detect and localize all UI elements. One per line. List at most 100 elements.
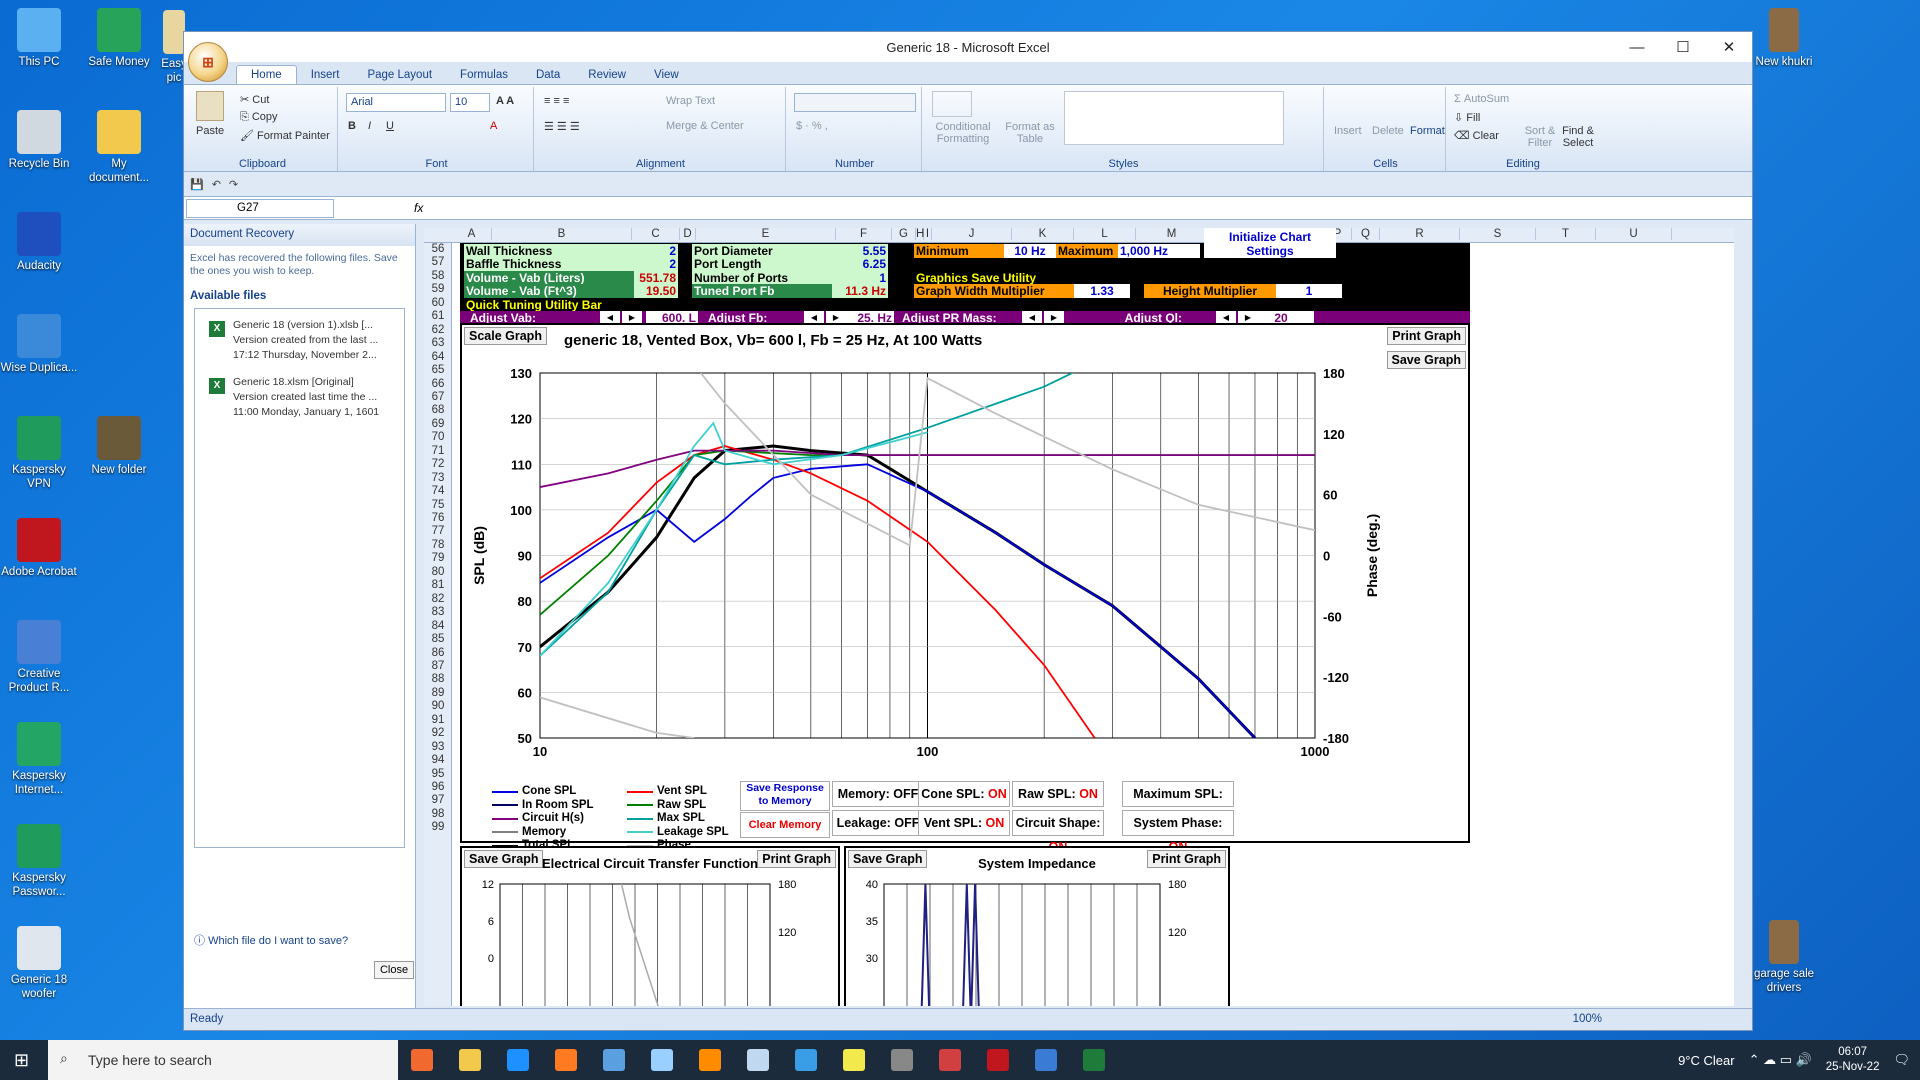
merge-center-button[interactable]: Merge & Center [666, 120, 744, 132]
tab-data[interactable]: Data [522, 66, 574, 84]
taskbar-app-12[interactable] [974, 1040, 1022, 1080]
paste-icon[interactable] [196, 91, 224, 121]
taskbar-app-2[interactable] [494, 1040, 542, 1080]
currency-icon[interactable]: $ · % , [796, 120, 828, 132]
wall-thickness-value[interactable]: 2 [634, 244, 678, 258]
desktop-icon[interactable]: Kaspersky Passwor... [0, 824, 78, 899]
sort-filter-button[interactable]: Sort & Filter [1522, 125, 1558, 149]
office-button[interactable]: ⊞ [188, 42, 228, 82]
find-select-button[interactable]: Find & Select [1560, 125, 1596, 149]
help-link[interactable]: ⓘ Which file do I want to save? [194, 932, 348, 948]
redo-icon[interactable]: ↷ [229, 178, 238, 191]
graph-width-value[interactable]: 1.33 [1074, 284, 1130, 299]
maximum-label[interactable]: Maximum [1056, 244, 1118, 258]
toggle-circuit[interactable]: Circuit Shape: ON [1012, 810, 1104, 854]
autosum-button[interactable]: Σ AutoSum [1454, 93, 1509, 105]
tab-insert[interactable]: Insert [297, 66, 354, 84]
taskbar-app-13[interactable] [1022, 1040, 1070, 1080]
taskbar-app-8[interactable] [782, 1040, 830, 1080]
search-box[interactable]: ⌕ Type here to search [48, 1040, 398, 1080]
maximum-value[interactable]: 1,000 Hz [1118, 244, 1200, 258]
format-painter-button[interactable]: 🖌 Format Painter [240, 129, 330, 142]
taskbar-app-0[interactable] [398, 1040, 446, 1080]
baffle-thickness-label[interactable]: Baffle Thickness [464, 257, 634, 272]
num-ports-label[interactable]: Number of Ports [692, 270, 832, 285]
print-graph-button[interactable]: Print Graph [1387, 327, 1466, 345]
graph-width-label[interactable]: Graph Width Multiplier [914, 284, 1074, 299]
height-mult-value[interactable]: 1 [1276, 284, 1342, 299]
minimum-value[interactable]: 10 Hz [1004, 244, 1056, 258]
toggle-leakage[interactable]: Leakage: OFF [832, 810, 924, 836]
toggle-memory[interactable]: Memory: OFF [832, 781, 924, 807]
desktop-icon[interactable]: Adobe Acrobat [0, 518, 78, 579]
cell-styles-gallery[interactable] [1064, 91, 1284, 145]
weather-widget[interactable]: 9°C Clear [1678, 1053, 1735, 1068]
taskbar-app-14[interactable] [1070, 1040, 1118, 1080]
windows-start-icon[interactable]: ⊞ [14, 1050, 29, 1071]
fx-icon[interactable]: fx [414, 201, 423, 215]
baffle-thickness-value[interactable]: 2 [634, 257, 678, 272]
vab-liters-value[interactable]: 551.78 [634, 270, 678, 285]
wrap-text-button[interactable]: Wrap Text [666, 95, 715, 107]
toggle-maxspl[interactable]: Maximum SPL: ON [1122, 781, 1234, 825]
toggle-vent[interactable]: Vent SPL: ON [918, 810, 1010, 836]
desktop-icon[interactable]: Creative Product R... [0, 620, 78, 695]
graphics-save-label[interactable]: Graphics Save Utility [914, 270, 1194, 285]
conditional-formatting-button[interactable]: Conditional Formatting [928, 121, 998, 145]
tray-icons[interactable]: ⌃ ☁ ▭ 🔊 [1749, 1052, 1812, 1068]
minimum-label[interactable]: Minimum [914, 244, 1004, 258]
tab-review[interactable]: Review [574, 66, 640, 84]
desktop-icon[interactable]: garage sale drivers [1745, 920, 1823, 995]
port-length-value[interactable]: 6.25 [832, 257, 888, 272]
desktop-icon[interactable]: Generic 18 woofer [0, 926, 78, 1001]
wall-thickness-label[interactable]: Wall Thickness [464, 244, 634, 258]
bold-icon[interactable]: B [348, 120, 356, 132]
align-left-icon[interactable]: ☰ ☰ ☰ [544, 120, 580, 133]
taskbar-app-3[interactable] [542, 1040, 590, 1080]
tab-page-layout[interactable]: Page Layout [353, 66, 446, 84]
initialize-chart-button[interactable]: Initialize Chart Settings [1204, 228, 1336, 258]
number-format-select[interactable] [794, 93, 916, 112]
desktop-icon[interactable]: Wise Duplica... [0, 314, 78, 375]
align-top-icon[interactable]: ≡ ≡ ≡ [544, 95, 569, 107]
toggle-raw[interactable]: Raw SPL: ON [1012, 781, 1104, 807]
toggle-cone[interactable]: Cone SPL: ON [918, 781, 1010, 807]
desktop-icon[interactable]: New folder [80, 416, 158, 477]
undo-icon[interactable]: ↶ [212, 178, 221, 191]
vab-ft3-value[interactable]: 19.50 [634, 284, 678, 299]
vab-ft3-label[interactable]: Volume - Vab (Ft^3) [464, 284, 634, 299]
desktop-icon[interactable]: Audacity [0, 212, 78, 273]
taskbar-app-7[interactable] [734, 1040, 782, 1080]
conditional-formatting-icon[interactable] [932, 91, 972, 117]
taskbar-app-6[interactable] [686, 1040, 734, 1080]
insert-button[interactable]: Insert [1334, 125, 1362, 137]
underline-icon[interactable]: U [386, 120, 394, 132]
desktop-icon[interactable]: Recycle Bin [0, 110, 78, 171]
desktop-icon[interactable]: New khukri [1745, 8, 1823, 69]
tab-formulas[interactable]: Formulas [446, 66, 522, 84]
paste-button[interactable]: Paste [196, 125, 224, 137]
recovered-file[interactable]: X Generic 18.xlsm [Original] Version creat… [195, 372, 404, 423]
tuning-title[interactable]: Quick Tuning Utility Bar [464, 297, 684, 312]
maximize-icon[interactable]: ☐ [1660, 32, 1706, 62]
minimize-icon[interactable]: — [1614, 32, 1660, 62]
tab-view[interactable]: View [640, 66, 693, 84]
copy-button[interactable]: ⎘ Copy [240, 111, 278, 124]
taskbar-app-4[interactable] [590, 1040, 638, 1080]
font-color-icon[interactable]: A [490, 120, 497, 132]
tab-home[interactable]: Home [236, 65, 297, 84]
worksheet-grid[interactable]: ABCDEFGHIJKLMNOPQRSTU 565758596061626364… [424, 228, 1734, 1006]
zoom-level[interactable]: 100% [1573, 1013, 1602, 1025]
grow-font-icon[interactable]: A A [496, 95, 514, 107]
notification-icon[interactable]: 🗨 [1893, 1052, 1910, 1068]
taskbar-app-9[interactable] [830, 1040, 878, 1080]
clear-memory-button[interactable]: Clear Memory [740, 812, 830, 838]
save-memory-button[interactable]: Save Response to Memory [740, 781, 830, 811]
desktop-icon[interactable]: My document... [80, 110, 158, 185]
desktop-icon[interactable]: Kaspersky VPN [0, 416, 78, 491]
name-box[interactable]: G27 [186, 199, 334, 218]
desktop-icon[interactable]: Safe Money [80, 8, 158, 69]
tuned-fb-value[interactable]: 11.3 Hz [832, 284, 888, 299]
save-icon[interactable]: 💾 [190, 178, 204, 191]
height-mult-label[interactable]: Height Multiplier [1144, 284, 1276, 299]
